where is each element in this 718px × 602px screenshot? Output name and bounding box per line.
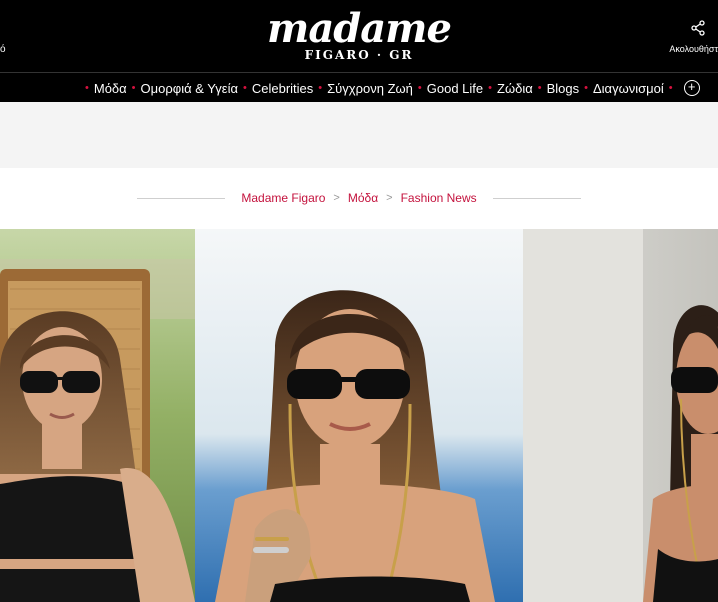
follow-button[interactable]: Ακολουθήστ [669,20,718,54]
breadcrumb: Madame Figaro > Μόδα > Fashion News [0,186,718,210]
nav-bullet: • [417,82,422,94]
nav-item-celebrities[interactable]: Celebrities [252,81,313,96]
site-logo[interactable]: madame FIGARO · GR [0,5,718,63]
breadcrumb-home[interactable]: Madame Figaro [241,191,325,205]
nav-item-zodiac[interactable]: Ζώδια [497,81,533,96]
logo-wordmark: madame [267,5,452,52]
breadcrumb-separator: > [386,192,393,204]
site-header: ό madame FIGARO · GR Ακολουθήστ [0,0,718,72]
nav-item-good-life[interactable]: Good Life [427,81,483,96]
hero-image-gallery [0,229,718,602]
nav-bullet: • [584,82,588,94]
hero-photo-3[interactable] [523,229,718,602]
nav-item-modern-life[interactable]: Σύγχρονη Ζωή [327,81,413,96]
nav-bullet: • [243,82,247,94]
logo-subtitle: FIGARO · GR [304,48,414,62]
breadcrumb-fashion-news[interactable]: Fashion News [401,191,477,205]
breadcrumb-separator: > [333,192,340,204]
breadcrumb-divider-left [137,197,226,199]
nav-bullet: • [318,82,323,94]
nav-item-moda[interactable]: Μόδα [94,81,127,96]
nav-item-beauty-health[interactable]: Ομορφιά & Υγεία [141,81,238,96]
breadcrumb-moda[interactable]: Μόδα [348,191,378,205]
hero-photo-1[interactable] [0,229,195,602]
plus-circle-icon[interactable]: + [683,80,700,96]
share-icon [691,20,705,36]
nav-bullet: • [537,82,542,94]
breadcrumb-divider-right [492,197,581,199]
nav-item-contests[interactable]: Διαγωνισμοί [593,81,664,96]
hero-photo-2[interactable] [195,229,523,602]
main-nav: • Μόδα • Ομορφιά & Υγεία • Celebrities •… [0,72,718,102]
follow-label: Ακολουθήστ [669,44,718,54]
nav-bullet: • [131,82,136,94]
nav-bullet: • [668,82,673,94]
ad-banner-area [0,102,718,168]
nav-item-blogs[interactable]: Blogs [547,81,580,96]
nav-bullet: • [85,82,89,94]
nav-bullet: • [488,82,492,94]
